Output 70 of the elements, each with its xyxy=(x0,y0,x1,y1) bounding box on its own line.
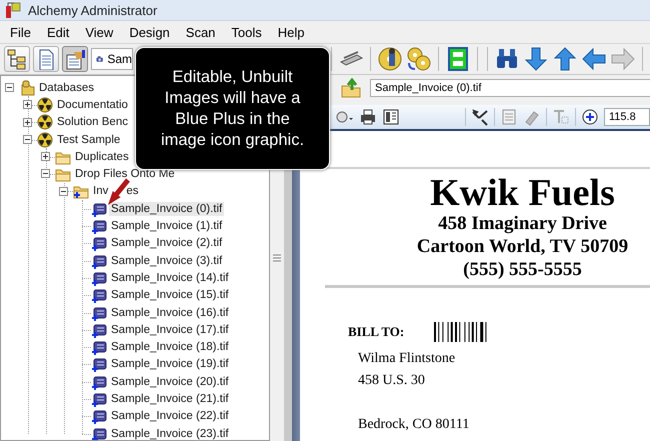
tree-item[interactable]: Sample_Invoice (2).tif xyxy=(109,236,224,250)
address-line: (555) 555-5555 xyxy=(463,258,582,281)
tree-item[interactable]: Sample_Invoice (22).tif xyxy=(109,409,231,424)
menu-item[interactable]: Scan xyxy=(178,24,224,40)
tree-item[interactable]: Sample_Invoice (17).tif xyxy=(109,322,231,337)
toolbar-button[interactable] xyxy=(62,46,88,72)
radiation-disc-icon xyxy=(37,132,53,148)
expand-icon[interactable] xyxy=(41,152,50,162)
address-line: Wilma Flintstone xyxy=(357,350,456,368)
callout-text: Editable, Unbuilt Images will have a Blue Plus in the image icon graphic. xyxy=(135,47,330,170)
tools-icon[interactable] xyxy=(471,108,489,126)
tree-item[interactable]: Sample_Invoice (21).tif xyxy=(109,392,231,406)
app-icon xyxy=(4,1,22,19)
address-line: Bedrock, CO 80111 xyxy=(357,416,470,434)
menu-item[interactable]: Help xyxy=(270,24,313,40)
menu-item[interactable]: File xyxy=(2,24,39,40)
print-icon[interactable] xyxy=(359,108,377,126)
tree-item-text: es xyxy=(125,184,140,198)
tree-view-icon xyxy=(6,48,28,70)
zoom-field[interactable]: 115.8 xyxy=(604,108,650,126)
page-layout-icon[interactable] xyxy=(382,108,400,126)
radiation-disc-icon xyxy=(37,114,53,130)
tree-item[interactable]: Documentatio xyxy=(55,98,130,112)
company-name: Kwik Fuels xyxy=(430,175,615,212)
source-dropdown[interactable]: Sam xyxy=(91,48,133,70)
tree-item[interactable]: Databases xyxy=(37,80,96,95)
tree-item[interactable]: Sample_Invoice (0).tif xyxy=(109,202,224,216)
tree-item[interactable]: Duplicates xyxy=(73,150,131,164)
tree-item[interactable]: Solution Benc xyxy=(55,115,130,130)
text-page-icon[interactable] xyxy=(500,108,518,126)
collapse-icon[interactable] xyxy=(41,169,50,178)
bill-to-label: BILL TO: xyxy=(348,324,404,340)
address-line: 458 U.S. 30 xyxy=(357,372,426,390)
tree-item[interactable]: Sample_Invoice (1).tif xyxy=(109,219,224,234)
discs-icon[interactable] xyxy=(406,46,432,72)
radiation-disc-icon xyxy=(37,96,53,113)
up-arrow-icon[interactable] xyxy=(552,46,578,72)
form-icon xyxy=(64,48,86,70)
down-arrow-icon[interactable] xyxy=(523,46,549,72)
tree-item[interactable]: Sample_Invoice (20).tif xyxy=(109,374,231,389)
menu-item[interactable]: View xyxy=(77,24,122,40)
left-arrow-icon[interactable] xyxy=(581,46,607,72)
path-field[interactable]: Sample_Invoice (0).tif xyxy=(370,79,650,97)
address-line: Cartoon World, TV 50709 xyxy=(416,235,628,258)
address-line: 458 Imaginary Drive xyxy=(438,212,607,235)
tree-item[interactable]: Sample_Invoice (19).tif xyxy=(109,357,231,372)
menu-item[interactable]: Edit xyxy=(38,24,78,40)
collapse-icon[interactable] xyxy=(5,83,14,92)
tree-item[interactable]: Sample_Invoice (16).tif xyxy=(109,306,231,320)
tree-item[interactable]: Test Sample xyxy=(55,132,122,147)
collapse-icon[interactable] xyxy=(59,186,68,196)
toolbar-button[interactable] xyxy=(33,46,59,72)
tree-item[interactable]: Sample_Invoice (15).tif xyxy=(109,288,231,302)
film-strip-icon[interactable] xyxy=(445,46,471,72)
tree-item[interactable]: Sample_Invoice (3).tif xyxy=(109,254,224,268)
toolbar-button[interactable] xyxy=(4,46,30,72)
tree-item[interactable]: Sample_Invoice (23).tif xyxy=(109,426,231,440)
disc-person-icon[interactable] xyxy=(377,46,403,72)
menu-item[interactable]: Design xyxy=(121,24,178,40)
splitter-grip-icon[interactable] xyxy=(273,253,281,263)
tree-item[interactable]: Sample_Invoice (18).tif xyxy=(109,340,231,354)
expand-icon[interactable] xyxy=(23,118,32,127)
tree-item[interactable]: Inv xyxy=(91,184,110,198)
expand-icon[interactable] xyxy=(23,100,32,110)
menu-item[interactable]: Tools xyxy=(223,24,270,40)
folder-up-icon[interactable] xyxy=(340,78,362,98)
zoom-in-icon[interactable] xyxy=(581,108,599,126)
window-title: Alchemy Administrator xyxy=(28,2,158,18)
collapse-icon[interactable] xyxy=(23,134,32,144)
tree-item[interactable]: Sample_Invoice (14).tif xyxy=(109,270,231,285)
